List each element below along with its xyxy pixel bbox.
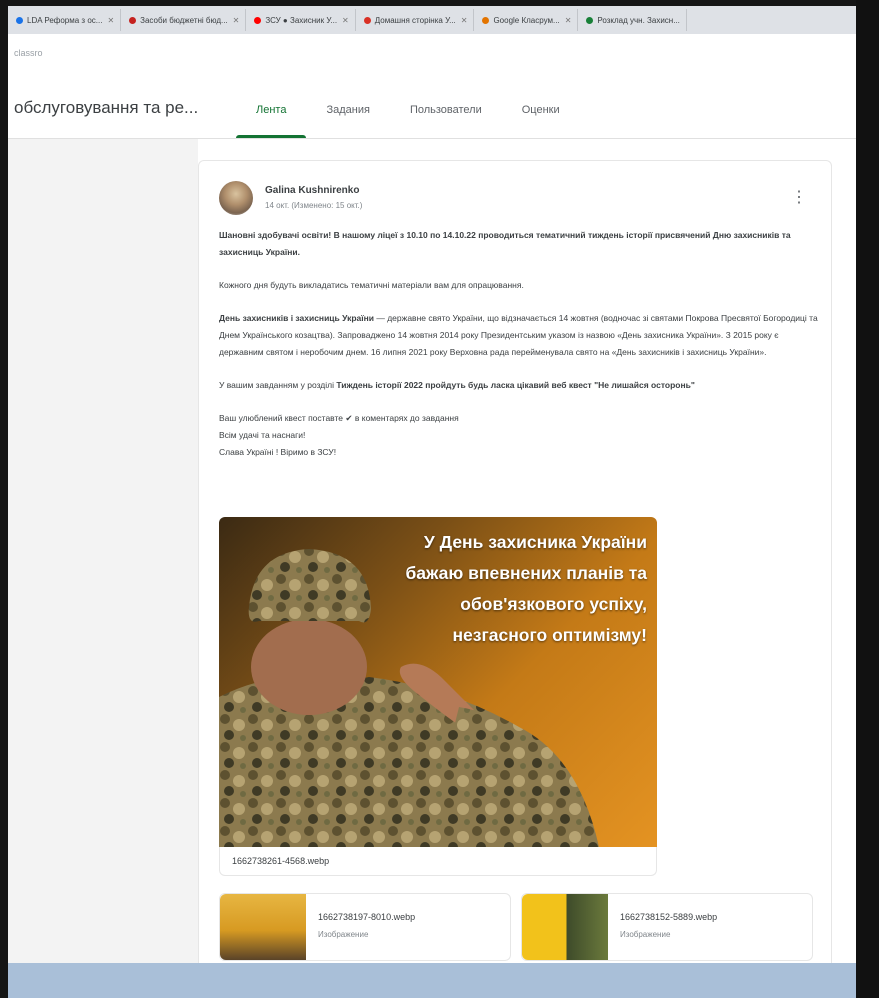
tab-label: Google Класрум... <box>493 15 560 25</box>
more-options-icon[interactable]: ⋮ <box>791 187 807 207</box>
classroom-tabs: Лента Задания Пользователи Оценки <box>236 82 580 138</box>
post-body: Шановні здобувачі освіти! В нашому ліцеї… <box>219 227 819 477</box>
attachment-name: 1662738152-5889.webp <box>620 912 718 922</box>
browser-tab[interactable]: Домашня сторінка У... ✕ <box>358 9 475 31</box>
favicon-icon <box>586 16 594 24</box>
post-author: Galina Kushnirenko <box>265 185 360 196</box>
tab-stream[interactable]: Лента <box>236 82 307 138</box>
post-paragraph: У вашим завданням у розділі Тиждень істо… <box>219 380 695 390</box>
browser-tab[interactable]: Розклад учн. Захисн... <box>580 9 687 31</box>
tab-label: Розклад учн. Захисн... <box>597 15 680 25</box>
announcement-card: Galina Kushnirenko 14 окт. (Изменено: 15… <box>198 160 832 972</box>
favicon-icon <box>482 16 490 24</box>
post-paragraph: Кожного дня будуть викладатись тематичні… <box>219 280 524 290</box>
attachment-card[interactable]: 1662738152-5889.webp Изображение <box>521 893 813 961</box>
attachment-name: 1662738197-8010.webp <box>318 912 416 922</box>
browser-tab[interactable]: ЗСУ ● Захисник У... ✕ <box>248 9 356 31</box>
tab-classwork[interactable]: Задания <box>306 82 389 138</box>
tab-label: ЗСУ ● Захисник У... <box>265 15 338 25</box>
image-greeting: У День захисника України бажаю впевнених… <box>405 532 647 645</box>
tab-label: Домашня сторінка У... <box>374 15 456 25</box>
favicon-icon <box>254 16 262 24</box>
left-margin <box>8 139 198 969</box>
favicon-icon <box>129 16 137 24</box>
browser-tab[interactable]: Засоби бюджетні бюд... ✕ <box>123 9 247 31</box>
close-icon[interactable]: ✕ <box>342 16 349 25</box>
attachment-type: Изображение <box>318 930 369 939</box>
attachment-type: Изображение <box>620 930 671 939</box>
attachment-thumbnail <box>522 894 608 960</box>
post-paragraph: День захисників і захисниць України — де… <box>219 313 818 357</box>
browser-tab-strip: LDA Реформа з ос... ✕ Засоби бюджетні бюд… <box>8 6 856 34</box>
classroom-header: обслуговування та ре... Лента Задания По… <box>8 82 856 139</box>
browser-tab[interactable]: LDA Реформа з ос... ✕ <box>10 9 122 31</box>
class-title[interactable]: обслуговування та ре... <box>14 98 198 118</box>
attachment-thumbnail <box>220 894 306 960</box>
post-paragraph: Ваш улюблений квест поставте ✔ в комента… <box>219 413 459 457</box>
avatar <box>219 181 253 215</box>
tab-grades[interactable]: Оценки <box>502 82 580 138</box>
attachment-card[interactable]: 1662738197-8010.webp Изображение <box>219 893 511 961</box>
close-icon[interactable]: ✕ <box>565 16 572 25</box>
browser-tab[interactable]: Google Класрум... ✕ <box>476 9 579 31</box>
browser-window: LDA Реформа з ос... ✕ Засоби бюджетні бюд… <box>8 6 856 998</box>
close-icon[interactable]: ✕ <box>461 16 468 25</box>
image-filename[interactable]: 1662738261-4568.webp <box>219 847 657 876</box>
tab-people[interactable]: Пользователи <box>390 82 502 138</box>
favicon-icon <box>16 16 23 24</box>
post-paragraph: Шановні здобувачі освіти! В нашому ліцеї… <box>219 230 791 257</box>
close-icon[interactable]: ✕ <box>107 16 114 25</box>
bottom-bar <box>8 963 856 998</box>
post-image[interactable]: У День захисника України бажаю впевнених… <box>219 517 657 847</box>
tab-label: LDA Реформа з ос... <box>27 15 103 25</box>
tab-label: Засоби бюджетні бюд... <box>140 15 228 25</box>
address-text: classro <box>14 48 43 58</box>
address-bar[interactable]: classro <box>8 34 856 83</box>
post-date: 14 окт. (Изменено: 15 окт.) <box>265 201 363 210</box>
close-icon[interactable]: ✕ <box>233 16 240 25</box>
favicon-icon <box>363 16 371 24</box>
right-border <box>856 0 879 998</box>
